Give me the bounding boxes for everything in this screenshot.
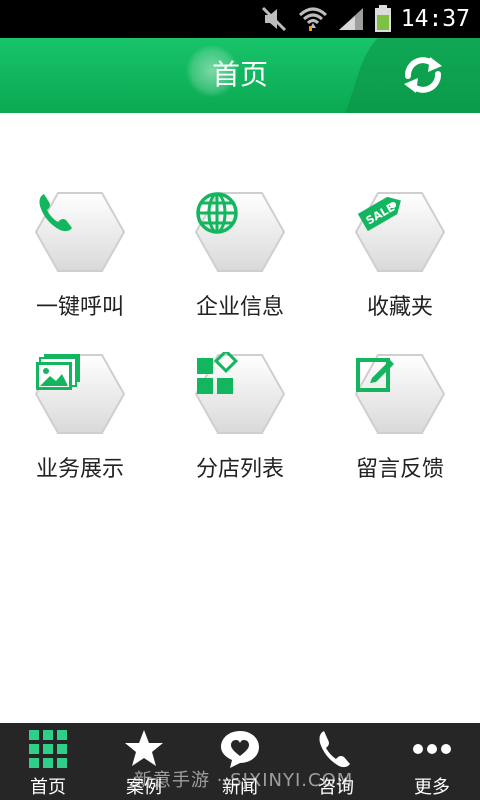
- hex-tile: [34, 352, 126, 436]
- refresh-icon: [404, 57, 442, 93]
- edit-note-icon: [356, 358, 394, 392]
- grid-item-favorites[interactable]: SALE 收藏夹: [320, 190, 480, 330]
- grid-item-business-showcase[interactable]: 业务展示: [0, 352, 160, 492]
- grid-item-label: 留言反馈: [355, 457, 444, 482]
- globe-icon: [196, 192, 238, 234]
- status-time: 14:37: [400, 6, 470, 32]
- grid-item-feedback[interactable]: 留言反馈: [320, 352, 480, 492]
- tab-consult[interactable]: 咨询: [288, 723, 384, 800]
- status-icons: 14:37: [261, 0, 470, 38]
- status-bar: 14:37: [0, 0, 480, 38]
- more-dots-icon: [413, 744, 451, 754]
- grid-item-call[interactable]: 一键呼叫: [0, 190, 160, 330]
- grid-item-label: 分店列表: [195, 457, 284, 482]
- sale-tag-icon: SALE: [357, 196, 401, 232]
- signal-icon: [338, 8, 363, 30]
- app-header: 首页: [0, 38, 480, 113]
- hex-tile: SALE: [354, 190, 446, 274]
- tab-news[interactable]: 新闻: [192, 723, 288, 800]
- tab-label: 首页: [30, 777, 66, 798]
- tab-home[interactable]: 首页: [0, 723, 96, 800]
- tab-cases[interactable]: 案例: [96, 723, 192, 800]
- app-blocks-icon: [197, 352, 239, 394]
- tab-label: 更多: [414, 777, 450, 798]
- heart-bubble-icon: [221, 731, 259, 768]
- tab-more[interactable]: 更多: [384, 723, 480, 800]
- battery-icon: [374, 5, 391, 32]
- refresh-button[interactable]: [400, 54, 446, 96]
- phone-icon: [39, 194, 72, 232]
- bottom-tab-bar: 首页 案例 新闻 咨询 更多: [0, 723, 480, 800]
- tab-label: 新闻: [222, 777, 258, 798]
- tab-label: 案例: [126, 777, 162, 798]
- grid-item-label: 业务展示: [35, 457, 124, 482]
- gallery-icon: [36, 354, 80, 390]
- hex-tile: [194, 190, 286, 274]
- grid-item-company-info[interactable]: 企业信息: [160, 190, 320, 330]
- star-icon: [125, 730, 163, 766]
- grid-icon: [29, 730, 67, 768]
- wifi-icon: [298, 7, 327, 31]
- grid-item-label: 企业信息: [195, 295, 284, 320]
- hex-tile: [354, 352, 446, 436]
- grid-item-branch-list[interactable]: 分店列表: [160, 352, 320, 492]
- hex-tile: [194, 352, 286, 436]
- phone-icon: [319, 731, 350, 768]
- tab-label: 咨询: [318, 777, 354, 798]
- grid-item-label: 一键呼叫: [35, 295, 124, 320]
- mute-icon: [261, 6, 286, 32]
- grid-item-label: 收藏夹: [366, 295, 433, 320]
- hex-tile: [34, 190, 126, 274]
